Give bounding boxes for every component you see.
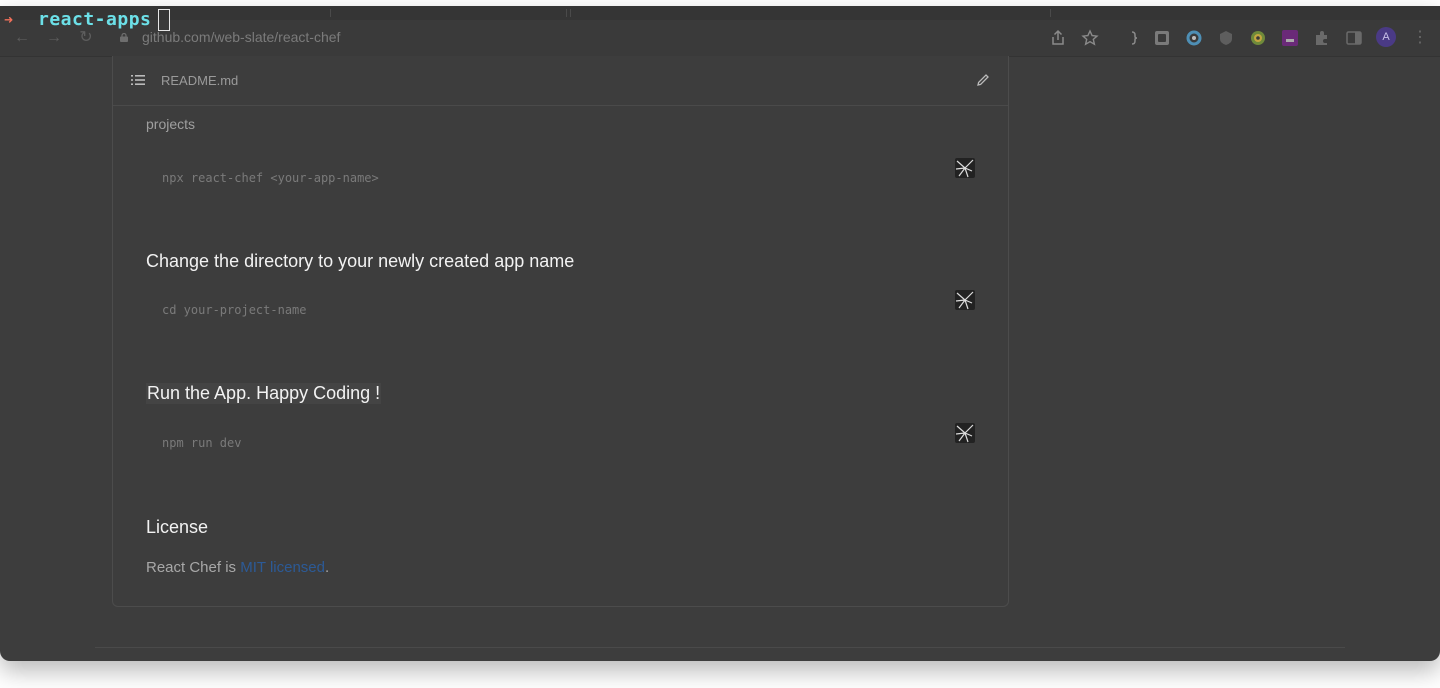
footer-divider (95, 647, 1345, 648)
mit-license-link[interactable]: MIT licensed (240, 559, 325, 576)
color-extension-icon[interactable] (1248, 28, 1268, 48)
profile-avatar[interactable]: A (1376, 27, 1396, 47)
extension-icon[interactable] (1312, 28, 1332, 48)
terminal-prompt: ➜ react-apps (0, 6, 240, 36)
readme-filename[interactable]: README.md (161, 73, 238, 88)
shield-extension-icon[interactable] (1216, 28, 1236, 48)
code-block: npx react-chef <your-app-name> (146, 151, 976, 209)
star-icon[interactable] (1080, 28, 1100, 48)
copy-icon[interactable] (955, 290, 975, 310)
section-heading: Change the directory to your newly creat… (146, 251, 575, 271)
browser-window: ← → ↻ github.com/web-slate/react-chef A … (0, 6, 1440, 661)
code-block: cd your-project-name (146, 283, 976, 341)
notes-extension-icon[interactable] (1152, 28, 1172, 48)
share-icon[interactable] (1048, 28, 1068, 48)
sidebar-icon[interactable] (1344, 28, 1364, 48)
section-heading: Run the App. Happy Coding ! (146, 383, 382, 404)
code-text[interactable]: cd your-project-name (162, 303, 307, 317)
copy-icon[interactable] (955, 423, 975, 443)
license-prefix: React Chef is (146, 559, 241, 576)
pencil-icon[interactable] (975, 72, 991, 88)
readme-header: README.md (113, 56, 1008, 106)
code-text[interactable]: npm run dev (162, 436, 241, 450)
toc-icon[interactable] (130, 72, 146, 88)
code-block: npm run dev (146, 416, 976, 474)
code-text[interactable]: npx react-chef <your-app-name> (162, 171, 379, 185)
prompt-arrow-icon: ➜ (4, 11, 14, 29)
license-paragraph: React Chef is MIT licensed. (146, 559, 329, 576)
copy-icon[interactable] (955, 158, 975, 178)
truncated-paragraph: projects (146, 116, 196, 132)
ring-extension-icon[interactable] (1184, 28, 1204, 48)
readme-panel: README.md projects npx react-chef <your-… (112, 56, 1009, 607)
brace-extension-icon[interactable] (1124, 28, 1144, 48)
license-heading: License (146, 517, 209, 537)
terminal-directory: react-apps (38, 9, 152, 30)
purple-extension-icon[interactable] (1280, 28, 1300, 48)
terminal-cursor (158, 9, 170, 31)
license-suffix: . (324, 559, 330, 576)
browser-menu-icon[interactable]: ⋮ (1412, 28, 1428, 48)
